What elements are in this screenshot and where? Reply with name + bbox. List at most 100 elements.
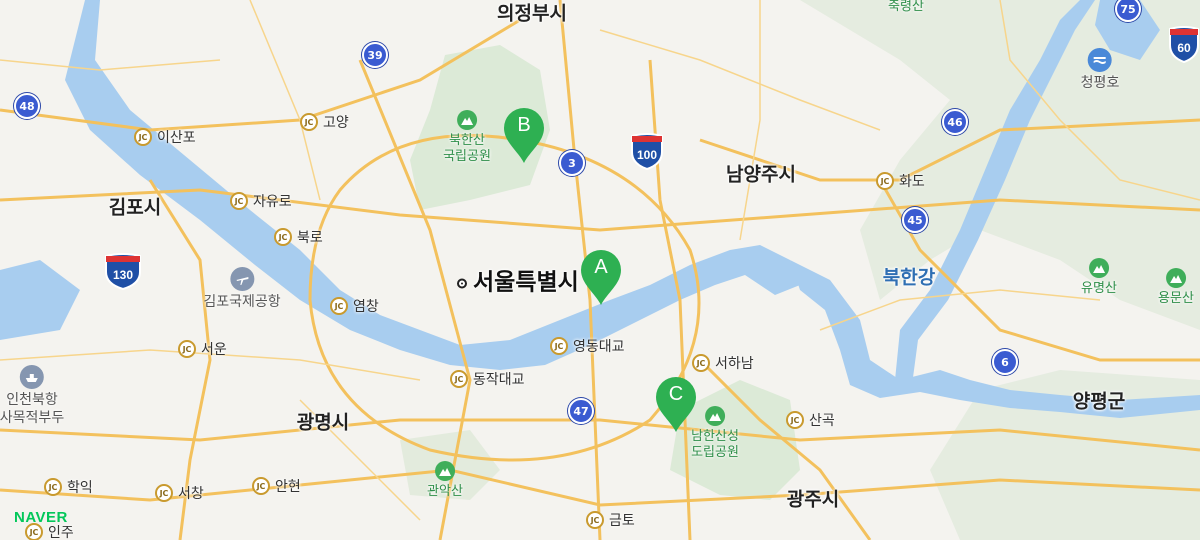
junction-icon: JC xyxy=(274,228,292,246)
junction-name: 학익 xyxy=(67,480,93,496)
minor-road-2 xyxy=(249,0,321,201)
poi-name-line1: 청평호 xyxy=(1080,75,1120,91)
route-badge: 39 xyxy=(362,42,388,68)
map-marker-b[interactable]: B xyxy=(502,106,546,164)
park-label-bukhansan: 북한산 국립공원 xyxy=(443,110,491,166)
junction-label: JC 학익 xyxy=(44,477,93,497)
junction-name: 자유로 xyxy=(253,194,292,210)
minor-road-5 xyxy=(599,29,881,131)
junction-label: JC 서창 xyxy=(155,483,204,503)
west-sea xyxy=(0,260,80,340)
city-label-yangpyeong: 양평군 xyxy=(1072,390,1126,413)
city-label-gwangju: 광주시 xyxy=(786,488,840,511)
junction-name: 동작대교 xyxy=(473,372,525,388)
junction-label: JC 금토 xyxy=(586,510,635,530)
junction-label: JC 자유로 xyxy=(230,191,292,211)
junction-label: JC 서하남 xyxy=(692,353,754,373)
capital-label-text: 서울특별시 xyxy=(473,269,579,296)
park-label-chukryeongsan: 축령산 xyxy=(888,0,924,15)
poi-name-line1: 김포국제공항 xyxy=(203,294,281,310)
city-label-uijeongbu: 의정부시 xyxy=(497,2,567,25)
poi-label-gimpo-airport: 김포국제공항 xyxy=(203,267,281,312)
junction-name: 고양 xyxy=(323,115,349,131)
park-name-line1: 남한산성 xyxy=(691,429,739,444)
capital-dot-icon xyxy=(457,278,467,288)
park-name-line1: 용문산 xyxy=(1158,291,1194,306)
mountain-icon xyxy=(705,406,725,426)
junction-label: JC 동작대교 xyxy=(450,369,525,389)
junction-name: 이산포 xyxy=(157,130,196,146)
park-name-line1: 축령산 xyxy=(888,0,924,14)
poi-label-cheongpyeong-lake: 청평호 xyxy=(1080,48,1120,93)
junction-label: JC 서운 xyxy=(178,339,227,359)
highway-shield: 60 xyxy=(1168,25,1200,67)
capital-label: 서울특별시 xyxy=(457,269,579,296)
minor-road-3 xyxy=(739,0,761,241)
minor-road-6 xyxy=(0,59,221,71)
airplane-icon xyxy=(230,267,254,291)
route-badge: 6 xyxy=(992,349,1018,375)
junction-name: 염창 xyxy=(353,299,379,315)
junction-icon: JC xyxy=(450,370,468,388)
route-badge: 47 xyxy=(568,398,594,424)
map-view[interactable]: 의정부시 김포시 남양주시 광명시 광주시 양평군 북한강 서울특별시 JC 이산… xyxy=(0,0,1200,540)
junction-name: 서창 xyxy=(178,486,204,502)
junction-icon: JC xyxy=(155,484,173,502)
park-name-line2: 도립공원 xyxy=(691,445,739,461)
poi-name-line2: 사목적부두 xyxy=(0,409,65,426)
highway-shield-number: 60 xyxy=(1177,41,1191,55)
junction-name: 영동대교 xyxy=(573,339,625,355)
park-label-gwanaksan: 관악산 xyxy=(427,461,463,500)
junction-label: JC 고양 xyxy=(300,112,349,132)
junction-name: 화도 xyxy=(899,174,925,190)
route-badge: 48 xyxy=(14,93,40,119)
map-marker-a[interactable]: A xyxy=(579,248,623,306)
poi-label-incheon-port: 인천북항 사목적부두 xyxy=(0,365,64,427)
dam-icon xyxy=(1087,48,1112,72)
mountain-icon xyxy=(1088,258,1109,278)
junction-label: JC 안현 xyxy=(252,476,301,496)
junction-icon: JC xyxy=(252,477,270,495)
junction-label: JC 산곡 xyxy=(786,410,835,430)
naver-logo[interactable]: NAVER xyxy=(14,509,68,526)
junction-name: 금토 xyxy=(609,513,635,529)
park-name-line1: 유명산 xyxy=(1081,281,1117,296)
minor-road-4 xyxy=(819,289,1101,331)
marker-letter: A xyxy=(594,256,608,278)
highway-shield-number: 100 xyxy=(637,148,657,162)
park-label-yumyeongsan: 유명산 xyxy=(1081,258,1117,297)
junction-icon: JC xyxy=(550,337,568,355)
map-marker-c[interactable]: C xyxy=(654,375,698,433)
route-badge: 3 xyxy=(559,150,585,176)
park-name-line1: 관악산 xyxy=(427,484,463,499)
city-label-gimpo: 김포시 xyxy=(108,196,162,219)
junction-icon: JC xyxy=(692,354,710,372)
park-name-line2: 국립공원 xyxy=(443,149,491,165)
junction-icon: JC xyxy=(786,411,804,429)
junction-label: JC 화도 xyxy=(876,171,925,191)
junction-label: JC 북로 xyxy=(274,227,323,247)
junction-name: 북로 xyxy=(297,230,323,246)
marker-letter: B xyxy=(517,114,531,136)
junction-icon: JC xyxy=(44,478,62,496)
park-name-line1: 북한산 xyxy=(449,133,485,148)
mountain-icon xyxy=(434,461,455,481)
junction-icon: JC xyxy=(586,511,604,529)
mountain-icon xyxy=(457,110,477,130)
ship-icon xyxy=(20,365,44,389)
river-label-bukhan: 북한강 xyxy=(882,266,936,289)
route-badge: 45 xyxy=(902,207,928,233)
highway-shield: 100 xyxy=(630,132,664,174)
mountain-icon xyxy=(1165,268,1186,288)
route-badge: 46 xyxy=(942,109,968,135)
junction-icon: JC xyxy=(134,128,152,146)
junction-icon: JC xyxy=(876,172,894,190)
junction-icon: JC xyxy=(330,297,348,315)
junction-icon: JC xyxy=(300,113,318,131)
junction-name: 서하남 xyxy=(715,356,754,372)
city-label-gwangmyeong: 광명시 xyxy=(296,411,350,434)
highway-shield-number: 130 xyxy=(113,268,133,282)
junction-icon: JC xyxy=(230,192,248,210)
highway-shield: 130 xyxy=(104,252,142,294)
junction-label: JC 영동대교 xyxy=(550,336,625,356)
